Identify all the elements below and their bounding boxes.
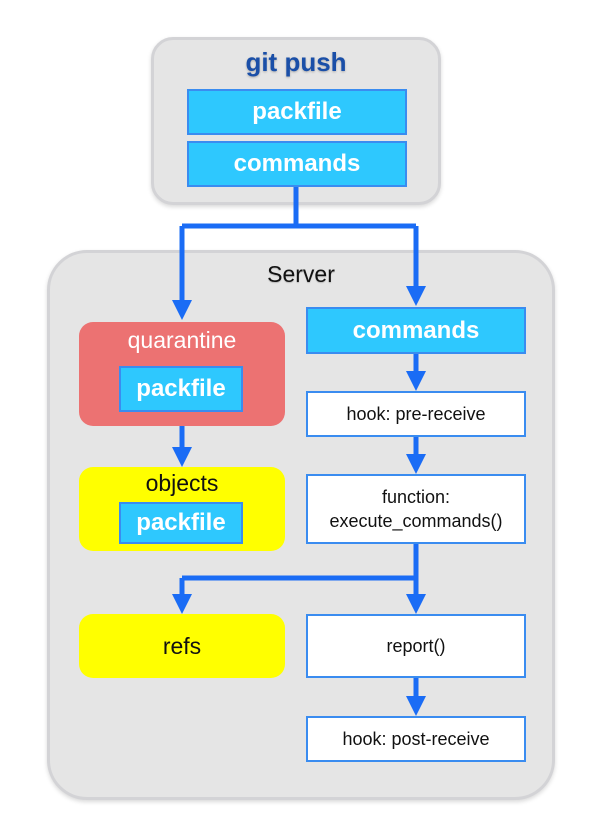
arrowhead-quarantine [172,300,192,320]
arrows-layer [172,187,426,716]
arrowhead-report [406,594,426,614]
arrowhead-pre-receive [406,371,426,391]
arrowhead-commands [406,286,426,306]
arrowhead-objects [172,447,192,467]
arrowhead-refs [172,594,192,614]
arrowhead-execute [406,454,426,474]
arrowhead-post-receive [406,696,426,716]
